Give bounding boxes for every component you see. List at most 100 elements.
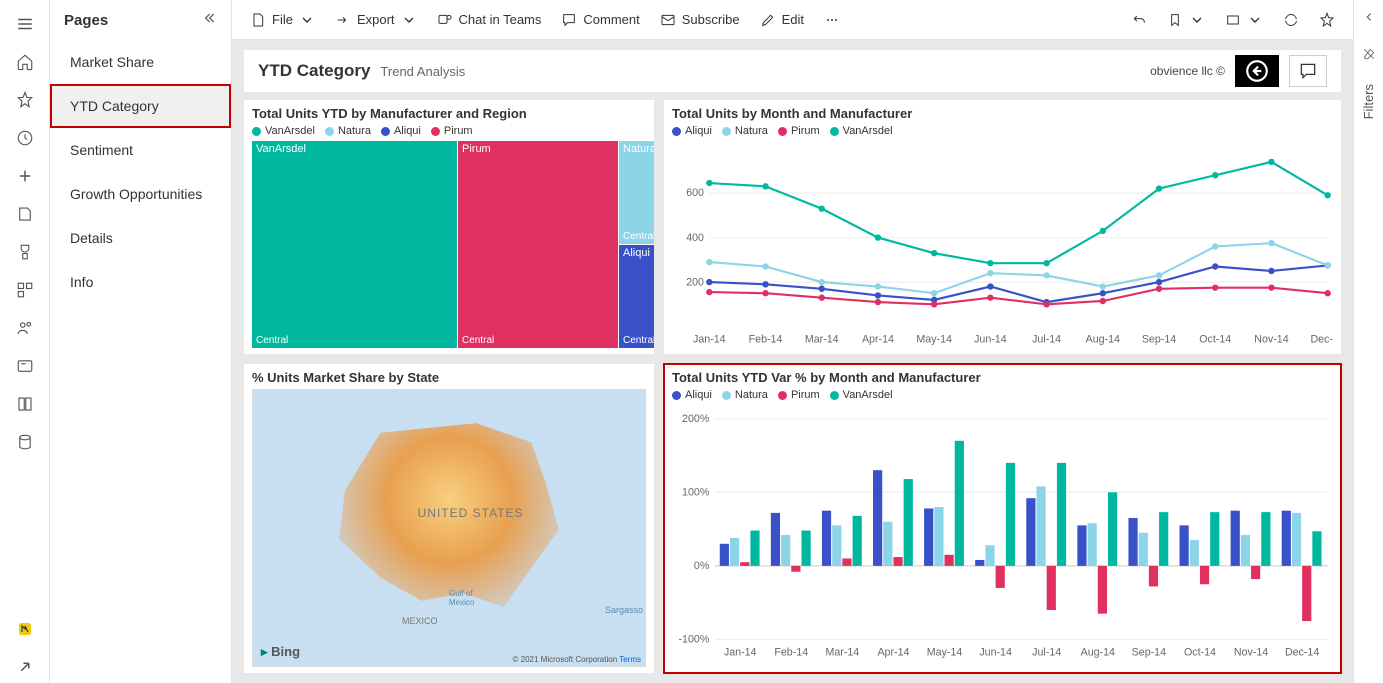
legend-item[interactable]: Natura [325,125,371,137]
svg-text:600: 600 [686,187,704,199]
legend-item[interactable]: VanArsdel [252,125,315,137]
page-tab-growth-opportunities[interactable]: Growth Opportunities [50,172,231,216]
svg-text:May-14: May-14 [916,334,952,346]
svg-text:Mar-14: Mar-14 [805,334,839,346]
legend-item[interactable]: Pirum [431,125,473,137]
legend-item[interactable]: Pirum [778,125,820,137]
chat-teams-button[interactable]: Chat in Teams [429,8,550,32]
toolbar: File Export Chat in Teams Comment Subscr… [232,0,1353,40]
svg-text:100%: 100% [682,486,710,498]
view-icon[interactable] [1217,8,1271,32]
refresh-icon[interactable] [1275,8,1307,32]
legend-item[interactable]: Aliqui [672,389,712,401]
svg-text:Jul-14: Jul-14 [1032,334,1061,346]
datasets-icon[interactable] [9,198,41,230]
svg-text:Jun-14: Jun-14 [979,646,1012,658]
report-header: YTD Category Trend Analysis obvience llc… [244,50,1341,92]
bar-chart-title: Total Units YTD Var % by Month and Manuf… [672,370,1333,385]
report-canvas: YTD Category Trend Analysis obvience llc… [232,40,1353,683]
reset-icon[interactable] [1123,8,1155,32]
apps-icon[interactable] [9,274,41,306]
learn-icon[interactable] [9,388,41,420]
recent-icon[interactable] [9,122,41,154]
collapse-pages-icon[interactable] [201,10,217,30]
bar-chart-tile[interactable]: Total Units YTD Var % by Month and Manuf… [664,364,1341,673]
map-country-label: UNITED STATES [418,506,524,520]
svg-text:Mar-14: Mar-14 [825,646,859,658]
map-attribution: © 2021 Microsoft Corporation Terms [513,655,641,664]
filters-panel: Filters [1353,0,1383,683]
report-title: YTD Category [258,61,370,81]
svg-text:Dec-14: Dec-14 [1285,646,1319,658]
menu-icon[interactable] [9,8,41,40]
favorite-icon[interactable] [1311,8,1343,32]
back-arrow-badge[interactable] [1235,55,1279,87]
pages-panel: Pages Market ShareYTD CategorySentimentG… [50,0,232,683]
svg-text:200: 200 [686,276,704,288]
edit-button[interactable]: Edit [752,8,812,32]
report-subtitle: Trend Analysis [380,64,465,79]
svg-text:Jan-14: Jan-14 [724,646,757,658]
svg-text:-100%: -100% [679,634,710,646]
page-tab-market-share[interactable]: Market Share [50,40,231,84]
svg-text:Aug-14: Aug-14 [1086,334,1120,346]
goals-icon[interactable] [9,236,41,268]
svg-text:Sep-14: Sep-14 [1142,334,1176,346]
svg-text:Feb-14: Feb-14 [749,334,783,346]
svg-text:Jan-14: Jan-14 [693,334,726,346]
svg-text:Apr-14: Apr-14 [877,646,909,658]
workspace-badge-icon[interactable] [9,613,41,645]
treemap-tile[interactable]: Total Units YTD by Manufacturer and Regi… [244,100,654,354]
db-icon[interactable] [9,426,41,458]
svg-text:0%: 0% [694,560,710,572]
filters-label: Filters [1361,84,1376,119]
comment-button[interactable]: Comment [553,8,647,32]
svg-text:Nov-14: Nov-14 [1254,334,1288,346]
page-tab-ytd-category[interactable]: YTD Category [50,84,231,128]
comment-box[interactable] [1289,55,1327,87]
line-chart-tile[interactable]: Total Units by Month and Manufacturer Al… [664,100,1341,354]
page-tab-details[interactable]: Details [50,216,231,260]
svg-text:Aug-14: Aug-14 [1081,646,1115,658]
svg-text:Apr-14: Apr-14 [862,334,894,346]
bing-logo: ▸ Bing [261,644,300,660]
expand-filters-icon[interactable] [1362,10,1376,27]
workspaces-icon[interactable] [9,350,41,382]
line-chart-title: Total Units by Month and Manufacturer [672,106,1333,121]
expand-icon[interactable] [9,651,41,683]
pages-title: Pages [64,12,108,29]
legend-item[interactable]: Aliqui [672,125,712,137]
svg-text:Nov-14: Nov-14 [1234,646,1268,658]
file-menu[interactable]: File [242,8,323,32]
page-tab-sentiment[interactable]: Sentiment [50,128,231,172]
treemap-title: Total Units YTD by Manufacturer and Regi… [252,106,646,121]
brand-text: obvience llc © [1150,64,1225,78]
legend-item[interactable]: Natura [722,389,768,401]
create-icon[interactable] [9,160,41,192]
bookmark-icon[interactable] [1159,8,1213,32]
svg-text:400: 400 [686,232,704,244]
map-tile[interactable]: % Units Market Share by State UNITED STA… [244,364,654,673]
svg-text:Oct-14: Oct-14 [1184,646,1216,658]
legend-item[interactable]: Natura [722,125,768,137]
legend-item[interactable]: Aliqui [381,125,421,137]
map-title: % Units Market Share by State [252,370,646,385]
shared-icon[interactable] [9,312,41,344]
svg-text:Oct-14: Oct-14 [1199,334,1231,346]
more-menu[interactable] [816,8,848,32]
left-rail [0,0,50,683]
svg-text:Jun-14: Jun-14 [974,334,1007,346]
filters-eraser-icon[interactable] [1362,47,1376,64]
legend-item[interactable]: VanArsdel [830,389,893,401]
legend-item[interactable]: Pirum [778,389,820,401]
svg-text:Dec-14: Dec-14 [1310,334,1333,346]
svg-text:Jul-14: Jul-14 [1032,646,1061,658]
export-menu[interactable]: Export [327,8,425,32]
favorites-icon[interactable] [9,84,41,116]
home-icon[interactable] [9,46,41,78]
svg-text:May-14: May-14 [927,646,963,658]
subscribe-button[interactable]: Subscribe [652,8,748,32]
legend-item[interactable]: VanArsdel [830,125,893,137]
svg-text:Sep-14: Sep-14 [1132,646,1166,658]
page-tab-info[interactable]: Info [50,260,231,304]
